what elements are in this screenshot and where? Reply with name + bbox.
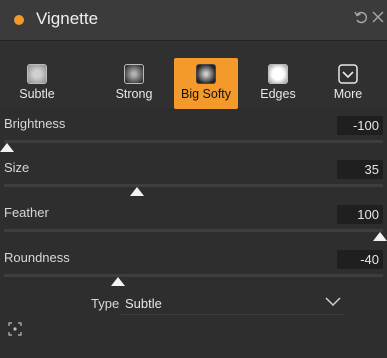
- preset-subtle[interactable]: Subtle: [11, 58, 63, 109]
- preset-label: More: [333, 87, 363, 101]
- slider-value-field[interactable]: 35: [337, 160, 383, 179]
- chevron-down-icon: [338, 64, 358, 84]
- undo-icon[interactable]: [354, 10, 368, 29]
- preset-label: Big Softy: [180, 87, 232, 101]
- type-selected-value: Subtle: [125, 296, 162, 311]
- panel-title: Vignette: [36, 9, 99, 28]
- slider-thumb[interactable]: [373, 232, 387, 241]
- preset-more[interactable]: More: [322, 58, 374, 109]
- preset-strong[interactable]: Strong: [108, 58, 160, 109]
- preset-edges[interactable]: Edges: [252, 58, 304, 109]
- slider-value-field[interactable]: -40: [337, 250, 383, 269]
- preset-label: Strong: [115, 87, 153, 101]
- slider-value-field[interactable]: -100: [337, 116, 383, 135]
- panel-status-dot: [14, 15, 24, 25]
- vignette-edges-icon: [268, 64, 288, 84]
- preset-strip: Subtle Strong Big Softy Edges More: [0, 41, 387, 109]
- size-slider: Size 35: [0, 160, 387, 210]
- mask-target-icon[interactable]: [8, 322, 22, 341]
- vignette-subtle-icon: [27, 64, 47, 84]
- vignette-big-softy-icon: [196, 64, 216, 84]
- preset-label: Subtle: [19, 87, 55, 101]
- slider-value-field[interactable]: 100: [337, 205, 383, 224]
- slider-track[interactable]: [4, 184, 383, 187]
- slider-thumb[interactable]: [0, 143, 14, 152]
- slider-thumb[interactable]: [129, 187, 144, 196]
- slider-label: Feather: [4, 205, 49, 220]
- slider-track[interactable]: [4, 274, 383, 277]
- chevron-down-icon: [324, 294, 342, 313]
- brightness-slider: Brightness -100: [0, 116, 387, 166]
- slider-thumb[interactable]: [110, 277, 125, 286]
- feather-slider: Feather 100: [0, 205, 387, 255]
- close-icon[interactable]: [372, 10, 384, 29]
- slider-track[interactable]: [4, 229, 383, 232]
- slider-track[interactable]: [4, 140, 383, 143]
- slider-label: Roundness: [4, 250, 70, 265]
- type-label: Type: [91, 296, 120, 311]
- type-dropdown[interactable]: Subtle: [120, 292, 344, 315]
- slider-label: Size: [4, 160, 30, 175]
- preset-big-softy[interactable]: Big Softy: [174, 58, 238, 109]
- vignette-strong-icon: [124, 64, 144, 84]
- vignette-panel: Vignette Subtle Strong Big Softy Edges M…: [0, 0, 387, 358]
- preset-label: Edges: [260, 87, 296, 101]
- slider-label: Brightness: [4, 116, 66, 131]
- panel-header: Vignette: [0, 0, 387, 41]
